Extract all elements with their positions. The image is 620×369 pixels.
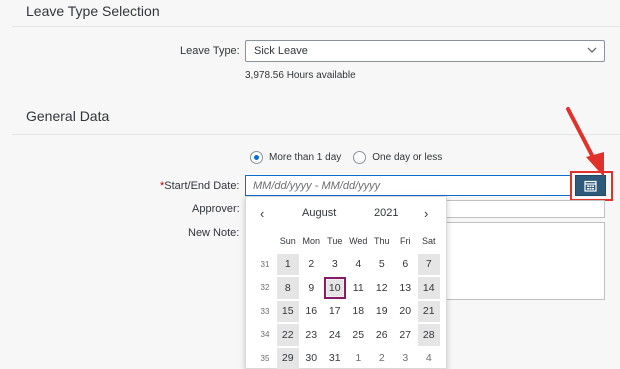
calendar-day[interactable]: 9 xyxy=(301,277,323,299)
approver-label: Approver: xyxy=(192,203,240,215)
leave-type-section-title: Leave Type Selection xyxy=(26,3,160,19)
approver-input[interactable] xyxy=(440,200,605,218)
calendar-header: ‹ August 2021 › xyxy=(246,197,446,227)
next-month-button[interactable]: › xyxy=(424,206,428,221)
calendar-day[interactable]: 24 xyxy=(324,324,346,346)
calendar-day[interactable]: 1 xyxy=(277,253,299,275)
calendar-day[interactable]: 14 xyxy=(418,277,440,299)
calendar-day[interactable]: 17 xyxy=(324,301,346,323)
chevron-down-icon[interactable] xyxy=(586,44,598,56)
calendar-day[interactable]: 30 xyxy=(301,348,323,369)
day-names-row: Sun Mon Tue Wed Thu Fri Sat xyxy=(254,229,441,253)
calendar-week-row: 35 29 30 31 1 2 3 4 xyxy=(254,347,441,369)
radio-one-day-or-less[interactable] xyxy=(353,151,367,164)
week-number: 35 xyxy=(260,353,270,363)
new-note-label: New Note: xyxy=(188,227,240,239)
calendar-week-row: 31 1 2 3 4 5 6 7 xyxy=(254,253,441,277)
calendar-day[interactable]: 27 xyxy=(395,324,417,346)
week-number: 33 xyxy=(260,306,270,316)
calendar-day[interactable]: 28 xyxy=(418,324,440,346)
week-number: 34 xyxy=(260,330,270,340)
calendar-day[interactable]: 25 xyxy=(348,324,370,346)
calendar-day[interactable]: 13 xyxy=(395,277,417,299)
week-number: 31 xyxy=(260,259,270,269)
date-range-input[interactable]: MM/dd/yyyy - MM/dd/yyyy xyxy=(245,175,571,196)
calendar-day[interactable]: 2 xyxy=(301,254,323,276)
calendar-day[interactable]: 3 xyxy=(395,348,417,369)
calendar-day[interactable]: 20 xyxy=(395,301,417,323)
start-end-date-label: *Start/End Date: xyxy=(160,180,240,192)
week-number: 32 xyxy=(260,283,270,293)
calendar-day[interactable]: 29 xyxy=(277,347,299,369)
calendar-day[interactable]: 26 xyxy=(371,324,393,346)
calendar-week-row: 34 22 23 24 25 26 27 28 xyxy=(254,323,441,347)
calendar-day[interactable]: 21 xyxy=(418,300,440,322)
calendar-day[interactable]: 31 xyxy=(324,348,346,369)
radio-more-label[interactable]: More than 1 day xyxy=(269,152,341,163)
hours-available: 3,978.56 Hours available xyxy=(245,70,356,81)
calendar-week-row: 33 15 16 17 18 19 20 21 xyxy=(254,300,441,324)
leave-type-label: Leave Type: xyxy=(180,45,240,57)
day-name: Tue xyxy=(327,235,343,246)
section-divider xyxy=(12,134,620,135)
calendar-day[interactable]: 11 xyxy=(348,277,370,299)
red-arrow xyxy=(566,107,604,177)
calendar-day[interactable]: 18 xyxy=(348,301,370,323)
calendar-grid: Sun Mon Tue Wed Thu Fri Sat 31 1 2 3 4 5 6 7 32 8… xyxy=(254,229,441,369)
start-end-date-text: Start/End Date: xyxy=(164,180,240,192)
leave-type-value: Sick Leave xyxy=(254,45,308,57)
calendar-day[interactable]: 5 xyxy=(371,254,393,276)
calendar-weeks: 31 1 2 3 4 5 6 7 32 8 9 10 11 12 13 14 33 15 16 17 18 19 20 21 3… xyxy=(254,253,441,369)
calendar-day[interactable]: 23 xyxy=(301,324,323,346)
radio-more-than-one-day[interactable] xyxy=(250,151,263,164)
year-button[interactable]: 2021 xyxy=(374,207,398,219)
calendar-day[interactable]: 2 xyxy=(371,348,393,369)
new-note-textarea[interactable] xyxy=(440,222,605,300)
calendar-day[interactable]: 7 xyxy=(418,253,440,275)
previous-month-button[interactable]: ‹ xyxy=(260,206,264,221)
general-data-section-title: General Data xyxy=(26,108,110,124)
calendar-week-row: 32 8 9 10 11 12 13 14 xyxy=(254,276,441,300)
calendar-day[interactable]: 22 xyxy=(277,324,299,346)
radio-one-label[interactable]: One day or less xyxy=(372,152,442,163)
calendar-day[interactable]: 4 xyxy=(348,254,370,276)
date-range-placeholder: MM/dd/yyyy - MM/dd/yyyy xyxy=(253,180,381,192)
day-name: Fri xyxy=(400,235,411,246)
calendar-day[interactable]: 15 xyxy=(277,300,299,322)
section-divider xyxy=(12,26,620,27)
day-name: Sun xyxy=(279,235,296,246)
calendar-day[interactable]: 4 xyxy=(418,348,440,369)
month-button[interactable]: August xyxy=(302,207,336,219)
day-name: Mon xyxy=(302,235,320,246)
calendar-day[interactable]: 12 xyxy=(371,277,393,299)
duration-radio-group: More than 1 day One day or less xyxy=(250,151,454,164)
date-picker-popover: ‹ August 2021 › Sun Mon Tue Wed Thu Fri … xyxy=(245,196,447,369)
calendar-day[interactable]: 3 xyxy=(324,254,346,276)
calendar-day[interactable]: 8 xyxy=(277,277,299,299)
calendar-day[interactable]: 19 xyxy=(371,301,393,323)
calendar-day-today[interactable]: 10 xyxy=(324,277,346,299)
leave-type-select[interactable]: Sick Leave xyxy=(245,40,605,62)
day-name: Sat xyxy=(421,235,436,246)
calendar-day[interactable]: 1 xyxy=(348,348,370,369)
calendar-day[interactable]: 6 xyxy=(395,254,417,276)
calendar-day[interactable]: 16 xyxy=(301,301,323,323)
day-name: Thu xyxy=(373,235,390,246)
day-name: Wed xyxy=(349,235,368,246)
